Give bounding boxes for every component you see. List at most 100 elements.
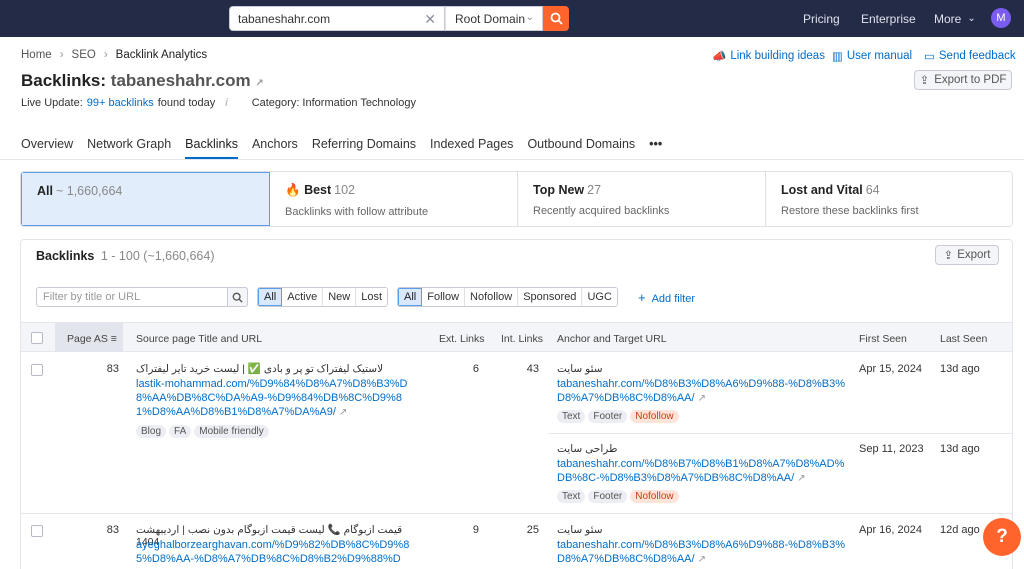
link-building-ideas-link[interactable]: 📣 Link building ideas: [712, 49, 825, 63]
chevron-down-icon: ⌄: [967, 13, 976, 24]
ext-links-value: 9: [472, 524, 479, 536]
nav-enterprise[interactable]: Enterprise: [861, 0, 916, 37]
filter-search-button[interactable]: [227, 287, 248, 307]
fire-icon: 🔥: [285, 183, 301, 197]
domain-search-input[interactable]: tabaneshahr.com ✕: [229, 6, 445, 31]
tab-overview[interactable]: Overview: [21, 137, 73, 159]
external-link-icon[interactable]: ↗: [698, 393, 706, 404]
segment-lost-vital-subtitle: Restore these backlinks first: [781, 205, 919, 217]
segment-all-title: All: [37, 184, 53, 198]
source-url[interactable]: lastik-mohammad.com/%D9%84%D8%A7%D8%B3%D…: [136, 377, 416, 420]
tab-referring-domains[interactable]: Referring Domains: [312, 137, 416, 159]
send-feedback-link[interactable]: ▭ Send feedback: [924, 49, 1016, 63]
breadcrumb-seo[interactable]: SEO: [72, 49, 96, 61]
segment-best[interactable]: 🔥 Best 102 Backlinks with follow attribut…: [270, 172, 518, 226]
type-filter-follow[interactable]: Follow: [422, 288, 466, 306]
live-update-prefix: Live Update:: [21, 97, 83, 109]
segment-all[interactable]: All ~ 1,660,664: [21, 172, 270, 226]
tab-network-graph[interactable]: Network Graph: [87, 137, 171, 159]
tab-anchors[interactable]: Anchors: [252, 137, 298, 159]
user-manual-label: User manual: [846, 50, 913, 62]
segment-lost-vital[interactable]: Lost and Vital 64 Restore these backlinks…: [766, 172, 1012, 226]
external-link-icon[interactable]: ↗: [698, 554, 706, 565]
tab-indexed-pages[interactable]: Indexed Pages: [430, 137, 513, 159]
source-url-text: lastik-mohammad.com/%D9%84%D8%A7%D8%B3%D…: [136, 378, 408, 418]
export-icon: ⇪: [943, 250, 954, 262]
add-filter-label: Add filter: [651, 293, 696, 305]
tag-text: Text: [557, 410, 586, 423]
type-filter-ugc[interactable]: UGC: [582, 288, 617, 306]
status-filter-active[interactable]: Active: [282, 288, 324, 306]
row-checkbox[interactable]: [31, 525, 43, 537]
col-first-seen[interactable]: First Seen: [859, 333, 907, 345]
add-filter-button[interactable]: + Add filter: [638, 290, 695, 305]
tag-nofollow: Nofollow: [630, 490, 679, 503]
chevron-down-icon: ⌄: [525, 12, 534, 23]
page-title-domain[interactable]: tabaneshahr.com: [111, 71, 251, 90]
export-icon: ⇪: [919, 75, 930, 87]
domain-search-value: tabaneshahr.com: [238, 11, 331, 26]
last-seen: 12d ago: [940, 524, 980, 536]
page-as-value: 83: [106, 524, 119, 536]
nav-pricing[interactable]: Pricing: [803, 0, 840, 37]
target-url[interactable]: tabaneshahr.com/%D8%B7%D8%B1%D8%A7%D8%AD…: [557, 457, 847, 486]
scope-select[interactable]: Root Domain ⌄: [445, 6, 543, 31]
sort-icon: ≡: [110, 333, 117, 345]
more-tabs-icon[interactable]: •••: [649, 137, 662, 159]
clear-icon[interactable]: ✕: [424, 11, 436, 28]
source-url[interactable]: ayeghalborzearghavan.com/%D9%82%DB%8C%D9…: [136, 538, 416, 566]
first-seen: Apr 15, 2024: [859, 363, 922, 375]
status-filter-new[interactable]: New: [323, 288, 357, 306]
external-link-icon[interactable]: ↗: [255, 78, 263, 89]
tag-nofollow: Nofollow: [630, 410, 679, 423]
nav-more[interactable]: More ⌄: [934, 0, 976, 37]
col-ext-links[interactable]: Ext. Links: [439, 333, 485, 345]
table-header: Page AS ≡ Source page Title and URL Ext.…: [21, 322, 1012, 352]
user-manual-link[interactable]: ▥ User manual: [832, 49, 912, 63]
external-link-icon[interactable]: ↗: [797, 473, 805, 484]
status-filter-lost[interactable]: Lost: [356, 288, 388, 306]
live-update-suffix: found today: [157, 97, 216, 109]
filter-input[interactable]: Filter by title or URL: [36, 287, 248, 307]
target-url[interactable]: tabaneshahr.com/%D8%B3%D8%A6%D9%88-%D8%B…: [557, 377, 847, 406]
col-last-seen[interactable]: Last Seen: [940, 333, 987, 345]
col-page-as[interactable]: Page AS ≡: [67, 333, 117, 345]
col-anchor: Anchor and Target URL: [557, 333, 667, 345]
help-button[interactable]: ?: [983, 518, 1021, 556]
live-update-link[interactable]: 99+ backlinks: [87, 97, 154, 109]
breadcrumb-home[interactable]: Home: [21, 49, 52, 61]
avatar[interactable]: M: [991, 8, 1011, 28]
search-button[interactable]: [543, 6, 569, 31]
search-icon: [550, 12, 563, 25]
target-url[interactable]: tabaneshahr.com/%D8%B3%D8%A6%D9%88-%D8%B…: [557, 538, 847, 567]
segment-top-new-subtitle: Recently acquired backlinks: [533, 205, 670, 217]
segment-top-new-title: Top New: [533, 183, 585, 197]
type-filter-nofollow[interactable]: Nofollow: [465, 288, 519, 306]
panel-title-label: Backlinks: [36, 249, 95, 263]
segment-top-new-count: 27: [587, 183, 602, 197]
tab-backlinks[interactable]: Backlinks: [185, 137, 238, 159]
export-button[interactable]: ⇪ Export: [935, 245, 999, 265]
anchor-tags: Text Footer Nofollow: [557, 410, 682, 423]
status-filter: All Active New Lost: [257, 287, 389, 307]
chevron-right-icon: ›: [59, 49, 64, 61]
type-filter-all[interactable]: All: [398, 288, 423, 306]
info-icon[interactable]: i: [225, 97, 227, 109]
row-checkbox[interactable]: [31, 364, 43, 376]
tag-footer: Footer: [588, 490, 628, 503]
select-all-checkbox[interactable]: [31, 332, 43, 344]
book-icon: ▥: [832, 51, 843, 63]
send-feedback-label: Send feedback: [938, 50, 1016, 62]
page-title: Backlinks: tabaneshahr.com ↗: [21, 71, 264, 91]
col-int-links[interactable]: Int. Links: [501, 333, 543, 345]
status-filter-all[interactable]: All: [258, 288, 283, 306]
last-seen: 13d ago: [940, 363, 980, 375]
megaphone-icon: 📣: [712, 51, 727, 63]
segment-top-new[interactable]: Top New 27 Recently acquired backlinks: [518, 172, 766, 226]
link-building-ideas-label: Link building ideas: [730, 50, 825, 62]
type-filter-sponsored[interactable]: Sponsored: [518, 288, 583, 306]
tab-outbound-domains[interactable]: Outbound Domains: [527, 137, 635, 159]
external-link-icon[interactable]: ↗: [339, 407, 347, 418]
filter-placeholder: Filter by title or URL: [43, 291, 141, 303]
export-pdf-button[interactable]: ⇪ Export to PDF: [914, 70, 1012, 90]
